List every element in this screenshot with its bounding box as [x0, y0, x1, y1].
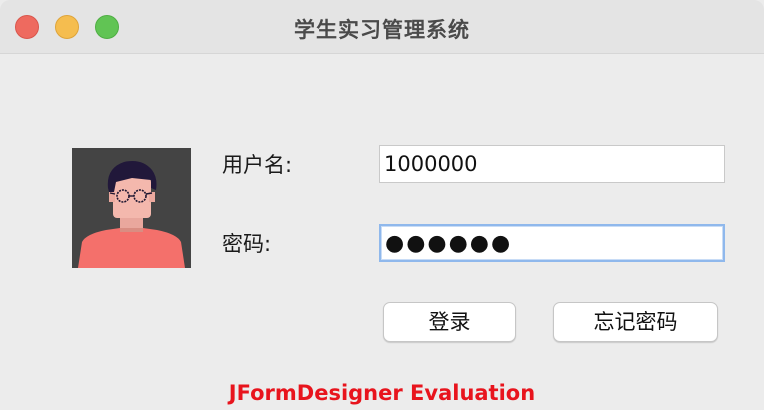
password-input[interactable]: ●●●●●● — [379, 224, 725, 262]
window-title: 学生实习管理系统 — [294, 18, 470, 42]
title-bar: 学生实习管理系统 — [0, 0, 764, 54]
username-input[interactable]: 1000000 — [379, 145, 725, 183]
avatar-illustration — [72, 148, 191, 268]
login-button[interactable]: 登录 — [383, 302, 516, 342]
evaluation-watermark: JFormDesigner Evaluation — [228, 381, 536, 405]
forgot-password-button[interactable]: 忘记密码 — [553, 302, 718, 342]
password-label: 密码: — [222, 232, 272, 256]
username-label: 用户名: — [222, 153, 293, 177]
user-avatar-icon — [72, 148, 191, 268]
app-window: 学生实习管理系统 用户名: 1000000 密码: ●●●●●● 登录 忘记密码… — [0, 0, 764, 410]
